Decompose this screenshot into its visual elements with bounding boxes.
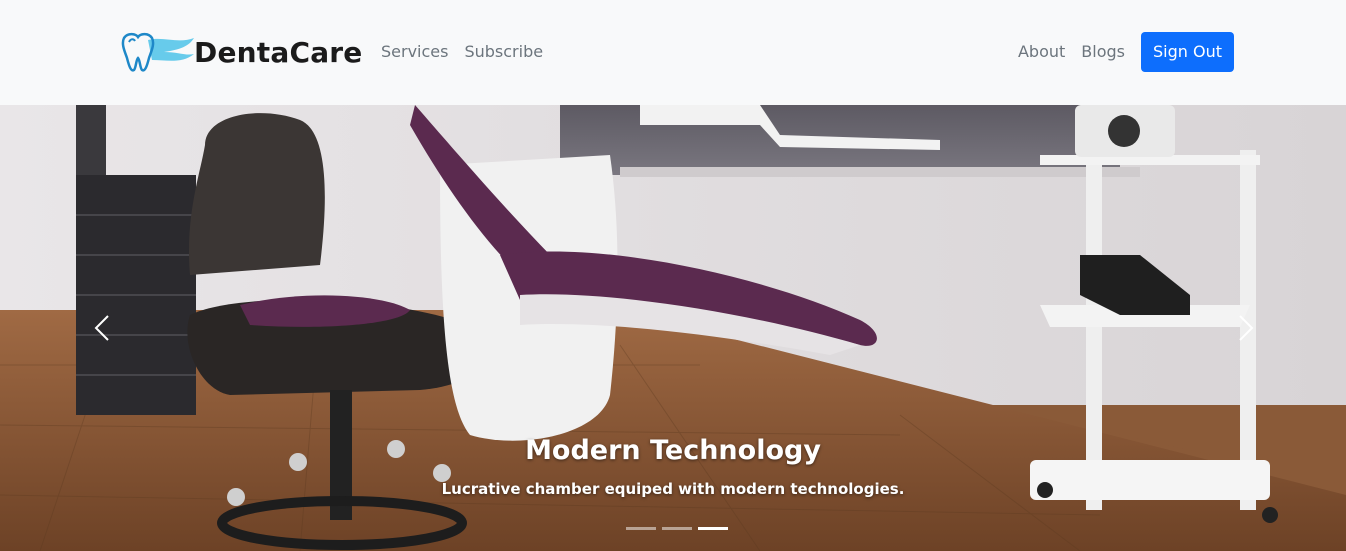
sign-out-button[interactable]: Sign Out [1141,32,1234,72]
nav-link-services[interactable]: Services [381,41,448,63]
brand-link[interactable]: DentaCare [118,30,363,74]
brand-name: DentaCare [194,35,363,69]
nav-right-links: About Blogs Sign Out [1018,32,1234,72]
tooth-logo-icon [121,32,194,72]
carousel-indicator-active[interactable] [698,527,728,530]
carousel-indicator[interactable] [626,527,656,530]
nav-left-links: Services Subscribe [381,41,543,63]
chevron-left-icon [94,315,109,341]
chevron-right-icon [1239,315,1254,341]
nav-link-blogs[interactable]: Blogs [1081,41,1125,63]
nav-link-subscribe[interactable]: Subscribe [464,41,543,63]
carousel-indicators [0,527,1346,530]
carousel-indicator[interactable] [662,527,692,530]
carousel-caption-title: Modern Technology [525,435,821,466]
hero-carousel: Modern Technology Lucrative chamber equi… [0,105,1346,551]
carousel-caption-text: Lucrative chamber equiped with modern te… [441,480,905,498]
nav-link-about[interactable]: About [1018,41,1065,63]
navbar: DentaCare Services Subscribe About Blogs… [0,0,1346,105]
